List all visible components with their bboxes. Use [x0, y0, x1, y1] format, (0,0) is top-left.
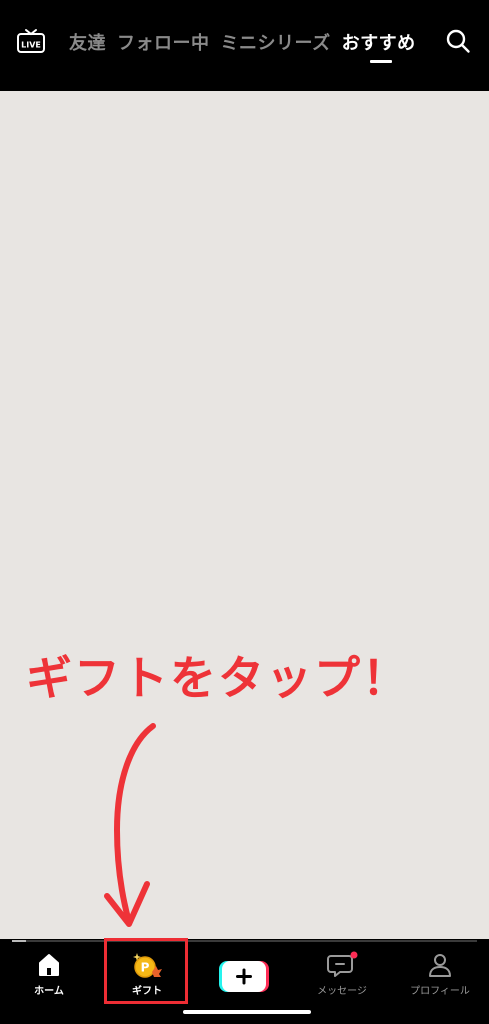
message-icon	[327, 951, 358, 977]
tab-mini-series[interactable]: ミニシリーズ	[221, 29, 331, 55]
home-icon	[39, 954, 59, 976]
search-icon[interactable]	[445, 28, 471, 54]
tab-recommended[interactable]: おすすめ	[342, 29, 416, 63]
tab-friends[interactable]: 友達	[69, 29, 106, 55]
annotation-text: ギフトをタップ！	[26, 651, 410, 705]
progress-fill	[12, 940, 26, 942]
nav-label-profile: プロフィール	[410, 986, 470, 997]
progress-track	[12, 940, 477, 942]
arrow-down-icon	[104, 723, 156, 927]
tab-following[interactable]: フォロー中	[117, 29, 210, 55]
top-bar: LIVE 友達 フォロー中 ミニシリーズ おすすめ	[0, 0, 489, 91]
nav-item-messages[interactable]: メッセージ	[293, 943, 391, 1003]
video-feed-area[interactable]	[0, 91, 489, 939]
feed-tabs: 友達 フォロー中 ミニシリーズ おすすめ	[69, 28, 427, 63]
live-icon[interactable]: LIVE	[16, 28, 46, 54]
gift-highlight-box	[104, 938, 188, 1004]
nav-item-home[interactable]: ホーム	[0, 943, 98, 1003]
nav-label-home: ホーム	[34, 986, 64, 997]
nav-label-messages: メッセージ	[317, 986, 367, 997]
notification-dot	[350, 951, 358, 959]
nav-item-profile[interactable]: プロフィール	[391, 943, 489, 1003]
home-indicator	[183, 1010, 311, 1014]
profile-icon	[429, 954, 451, 977]
create-plus-icon[interactable]	[219, 961, 269, 992]
live-label: LIVE	[21, 41, 41, 50]
